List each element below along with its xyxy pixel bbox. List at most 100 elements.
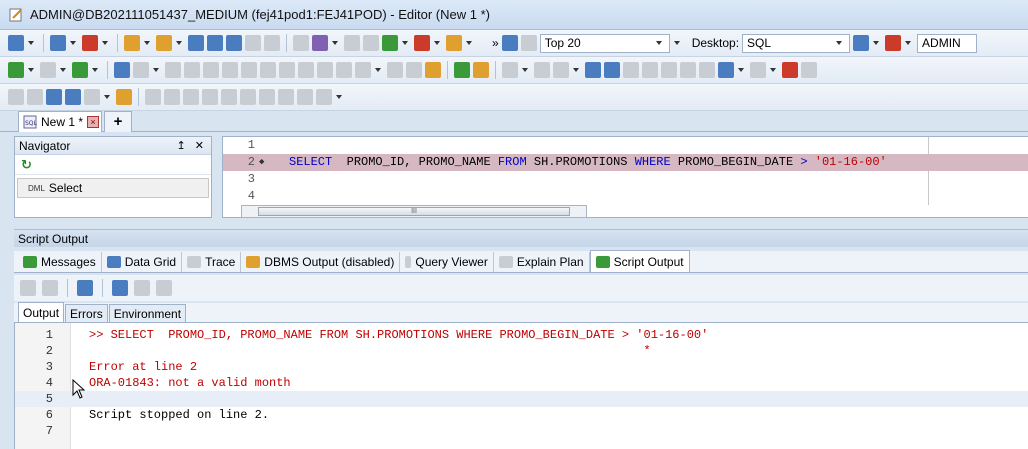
run-debug-icon[interactable] xyxy=(8,89,24,105)
step-out-icon[interactable] xyxy=(241,62,257,78)
chevron-down-icon[interactable] xyxy=(434,41,440,45)
view-icon[interactable] xyxy=(183,89,199,105)
initcap-icon[interactable] xyxy=(661,62,677,78)
step-over-icon[interactable] xyxy=(203,62,219,78)
add-tab-button[interactable]: + xyxy=(104,111,132,132)
chevron-down-icon[interactable] xyxy=(28,41,34,45)
script-output-area[interactable]: 1 >> SELECT PROMO_ID, PROMO_NAME FROM SH… xyxy=(14,323,1028,449)
print-output-icon[interactable] xyxy=(156,280,172,296)
tab-errors[interactable]: Errors xyxy=(65,304,108,322)
disconnect-icon[interactable] xyxy=(885,35,902,51)
unshared-worksheet-icon[interactable] xyxy=(446,35,462,51)
watch-icon[interactable] xyxy=(355,62,371,78)
format-sql-icon[interactable] xyxy=(473,62,489,78)
close-tab-icon[interactable]: × xyxy=(87,116,100,128)
navigator-pin-close-icon[interactable]: ↥ ✕ xyxy=(177,139,208,152)
clear-icon[interactable] xyxy=(344,35,360,51)
chevron-down-icon[interactable] xyxy=(770,68,776,72)
tab-trace[interactable]: Trace xyxy=(182,252,242,272)
commit-icon[interactable] xyxy=(382,35,398,51)
chevron-down-icon[interactable] xyxy=(92,68,98,72)
resume-icon[interactable] xyxy=(279,62,295,78)
copy-output-icon[interactable] xyxy=(77,280,93,296)
variables-icon[interactable] xyxy=(184,62,200,78)
uppercase-icon[interactable] xyxy=(623,62,639,78)
table-icon[interactable] xyxy=(164,89,180,105)
procedure-icon[interactable] xyxy=(240,89,256,105)
pause-icon[interactable] xyxy=(298,62,314,78)
connection-icon[interactable] xyxy=(853,35,870,51)
sql-editor[interactable]: 1 2 ◆ SELECT PROMO_ID, PROMO_NAME FROM S… xyxy=(222,136,1028,218)
index-icon[interactable] xyxy=(202,89,218,105)
tools-icon[interactable] xyxy=(116,89,132,105)
chevron-down-icon[interactable] xyxy=(673,41,680,45)
snippets-icon[interactable] xyxy=(425,62,441,78)
trigger-icon[interactable] xyxy=(278,89,294,105)
grid-icon[interactable] xyxy=(46,89,62,105)
lowercase-icon[interactable] xyxy=(642,62,658,78)
editor-horizontal-scrollbar[interactable]: III xyxy=(241,205,587,218)
undo-edit-icon[interactable] xyxy=(585,62,601,78)
autotrace-icon[interactable] xyxy=(133,62,149,78)
redo-icon[interactable] xyxy=(264,35,280,51)
copy-icon[interactable] xyxy=(387,62,403,78)
chevron-down-icon[interactable] xyxy=(375,68,381,72)
stop-icon[interactable] xyxy=(40,62,56,78)
unshared-connection-icon[interactable] xyxy=(82,35,98,51)
chevron-down-icon[interactable] xyxy=(873,41,880,45)
chevron-down-icon[interactable] xyxy=(522,68,528,72)
tab-new-1[interactable]: SQL New 1 * × xyxy=(18,111,102,132)
scrollbar-thumb[interactable]: III xyxy=(258,207,570,216)
recent-files-icon[interactable] xyxy=(156,35,172,51)
navigator-item-select[interactable]: DML Select xyxy=(17,178,209,198)
outdent-icon[interactable] xyxy=(699,62,715,78)
back-icon[interactable] xyxy=(8,35,24,51)
compile-icon[interactable] xyxy=(27,89,43,105)
explain-plan-icon[interactable] xyxy=(114,62,130,78)
chevron-down-icon[interactable] xyxy=(102,41,108,45)
undo-icon[interactable] xyxy=(245,35,261,51)
tab-dbms-output[interactable]: DBMS Output (disabled) xyxy=(241,252,401,272)
refresh-icon[interactable]: ↻ xyxy=(15,155,211,175)
sql-file-icon[interactable] xyxy=(50,35,66,51)
more-icon[interactable] xyxy=(801,62,817,78)
play-icon[interactable] xyxy=(84,89,100,105)
breakpoint-icon[interactable] xyxy=(336,62,352,78)
chevron-down-icon[interactable] xyxy=(738,68,744,72)
paste-icon[interactable] xyxy=(406,62,422,78)
step-to-end-icon[interactable] xyxy=(260,62,276,78)
editor-line[interactable]: 1 xyxy=(223,137,1028,154)
open-folder-icon[interactable] xyxy=(124,35,140,51)
validate-icon[interactable] xyxy=(454,62,470,78)
report-icon[interactable] xyxy=(65,89,81,105)
tab-messages[interactable]: Messages xyxy=(18,252,102,272)
chevron-down-icon[interactable] xyxy=(336,95,342,99)
save-output-icon[interactable] xyxy=(112,280,128,296)
tab-output[interactable]: Output xyxy=(18,302,65,322)
step-into-icon[interactable] xyxy=(222,62,238,78)
chevron-down-icon[interactable] xyxy=(28,68,34,72)
chevron-down-icon[interactable] xyxy=(466,41,472,45)
redo-edit-icon[interactable] xyxy=(604,62,620,78)
overflow-chevron-icon[interactable]: » xyxy=(492,36,499,50)
tab-environment[interactable]: Environment xyxy=(108,304,187,322)
editor-line[interactable]: 3 xyxy=(223,171,1028,188)
editor-line[interactable]: 4 xyxy=(223,188,1028,205)
tab-query-viewer[interactable]: Query Viewer xyxy=(400,252,494,272)
chevron-down-icon[interactable] xyxy=(905,41,912,45)
function-icon[interactable] xyxy=(259,89,275,105)
chevron-down-icon[interactable] xyxy=(176,41,182,45)
bookmark-icon[interactable] xyxy=(750,62,766,78)
tab-explain-plan[interactable]: Explain Plan xyxy=(494,252,590,272)
sequence-icon[interactable] xyxy=(297,89,313,105)
calendar-icon[interactable] xyxy=(501,35,518,51)
chevron-down-icon[interactable] xyxy=(402,41,408,45)
history-icon[interactable] xyxy=(363,35,379,51)
rows-limit-combo[interactable]: Top 20 xyxy=(539,33,670,53)
package-icon[interactable] xyxy=(221,89,237,105)
chevron-down-icon[interactable] xyxy=(332,41,338,45)
find-icon[interactable] xyxy=(520,35,537,51)
run-script-output-icon[interactable] xyxy=(42,280,58,296)
run-statement-icon[interactable] xyxy=(8,62,24,78)
save-all-icon[interactable] xyxy=(226,35,242,51)
